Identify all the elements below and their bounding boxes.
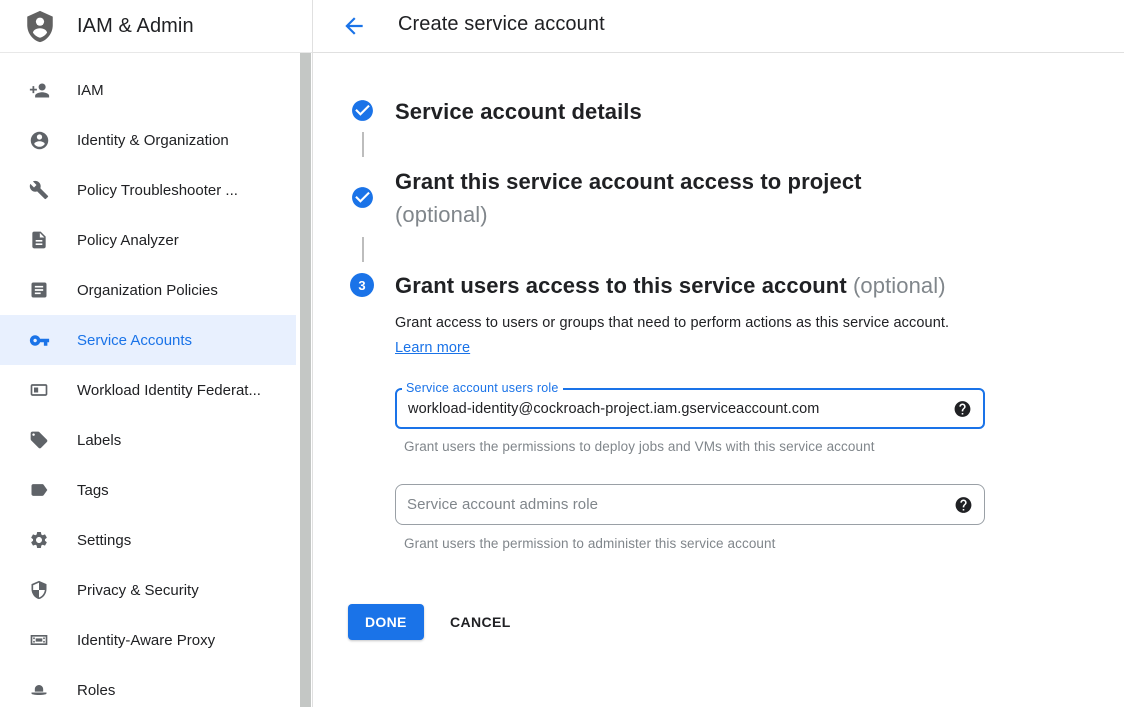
admins-role-help-icon[interactable]: [954, 495, 973, 514]
step3-number: 3: [358, 278, 365, 293]
users-role-input[interactable]: [397, 390, 983, 427]
users-role-helper-text: Grant users the permissions to deploy jo…: [404, 439, 1004, 454]
sidebar-item-label: Tags: [77, 482, 109, 499]
step2-check-icon: [350, 185, 375, 210]
main-header: Create service account: [313, 0, 1124, 53]
sidebar-item-workload-identity-federation[interactable]: Workload Identity Federat...: [0, 365, 296, 415]
sidebar-item-iam[interactable]: IAM: [0, 65, 296, 115]
step3-number-badge: 3: [350, 273, 374, 297]
sidebar-item-label: Settings: [77, 532, 131, 549]
service-account-key-icon: [28, 329, 50, 351]
back-arrow-button[interactable]: [341, 13, 367, 39]
sidebar-item-policy-analyzer[interactable]: Policy Analyzer: [0, 215, 296, 265]
step2-optional-label: (optional): [395, 198, 862, 231]
account-circle-icon: [28, 129, 50, 151]
badge-card-icon: [28, 379, 50, 401]
sidebar-item-privacy-security[interactable]: Privacy & Security: [0, 565, 296, 615]
page-title: Create service account: [398, 13, 605, 36]
sidebar-item-labels[interactable]: Labels: [0, 415, 296, 465]
step3-description: Grant access to users or groups that nee…: [395, 311, 951, 361]
sidebar-item-label: Service Accounts: [77, 332, 192, 349]
done-button[interactable]: DONE: [348, 604, 424, 640]
iam-admin-shield-logo-icon: [21, 6, 58, 46]
step1-title: Service account details: [395, 95, 642, 128]
sidebar-item-label: Identity & Organization: [77, 132, 229, 149]
step3-title: Grant users access to this service accou…: [395, 269, 946, 302]
article-icon: [28, 279, 50, 301]
gear-icon: [28, 529, 50, 551]
service-account-admins-role-field: [395, 484, 985, 525]
sidebar-nav: IAM Identity & Organization Policy Troub…: [0, 53, 312, 715]
sidebar-item-label: Workload Identity Federat...: [77, 382, 261, 399]
sidebar-scrollbar[interactable]: [300, 53, 311, 707]
sidebar-header: IAM & Admin: [0, 0, 312, 53]
sidebar-item-identity-aware-proxy[interactable]: Identity-Aware Proxy: [0, 615, 296, 665]
sidebar-item-label: Identity-Aware Proxy: [77, 632, 215, 649]
sidebar-item-label: IAM: [77, 82, 104, 99]
step-connector: [362, 132, 364, 157]
sidebar-item-label: Labels: [77, 432, 121, 449]
proxy-icon: [28, 629, 50, 651]
sidebar-item-label: Policy Troubleshooter ...: [77, 182, 238, 199]
sidebar-item-service-accounts[interactable]: Service Accounts: [0, 315, 296, 365]
roles-hat-icon: [28, 679, 50, 701]
step2-title-text: Grant this service account access to pro…: [395, 169, 862, 194]
service-account-users-role-field: Service account users role: [395, 388, 985, 429]
shield-icon: [28, 579, 50, 601]
sidebar: IAM & Admin IAM Identity & Organization …: [0, 0, 313, 707]
main-panel: Create service account Service account d…: [313, 0, 1124, 707]
tag-arrow-icon: [28, 479, 50, 501]
back-arrow-icon: [341, 13, 367, 39]
label-tag-icon: [28, 429, 50, 451]
admins-role-input[interactable]: [396, 485, 984, 524]
learn-more-link[interactable]: Learn more: [395, 340, 470, 356]
sidebar-item-settings[interactable]: Settings: [0, 515, 296, 565]
admins-role-helper-text: Grant users the permission to administer…: [404, 536, 1004, 551]
cancel-button[interactable]: CANCEL: [438, 604, 523, 640]
sidebar-item-identity-organization[interactable]: Identity & Organization: [0, 115, 296, 165]
policy-document-icon: [28, 229, 50, 251]
step1-check-icon: [350, 98, 375, 123]
person-add-icon: [28, 79, 50, 101]
sidebar-item-label: Organization Policies: [77, 282, 218, 299]
sidebar-item-label: Policy Analyzer: [77, 232, 179, 249]
sidebar-item-organization-policies[interactable]: Organization Policies: [0, 265, 296, 315]
sidebar-item-tags[interactable]: Tags: [0, 465, 296, 515]
step3-optional-label: (optional): [853, 273, 946, 298]
step3-title-text: Grant users access to this service accou…: [395, 273, 847, 298]
sidebar-item-policy-troubleshooter[interactable]: Policy Troubleshooter ...: [0, 165, 296, 215]
step2-title: Grant this service account access to pro…: [395, 165, 862, 231]
product-name: IAM & Admin: [77, 15, 194, 38]
users-role-help-icon[interactable]: [953, 399, 972, 418]
step-connector: [362, 237, 364, 262]
sidebar-item-roles[interactable]: Roles: [0, 665, 296, 715]
wrench-icon: [28, 179, 50, 201]
sidebar-item-label: Roles: [77, 682, 115, 699]
step3-description-text: Grant access to users or groups that nee…: [395, 315, 949, 331]
sidebar-item-label: Privacy & Security: [77, 582, 199, 599]
